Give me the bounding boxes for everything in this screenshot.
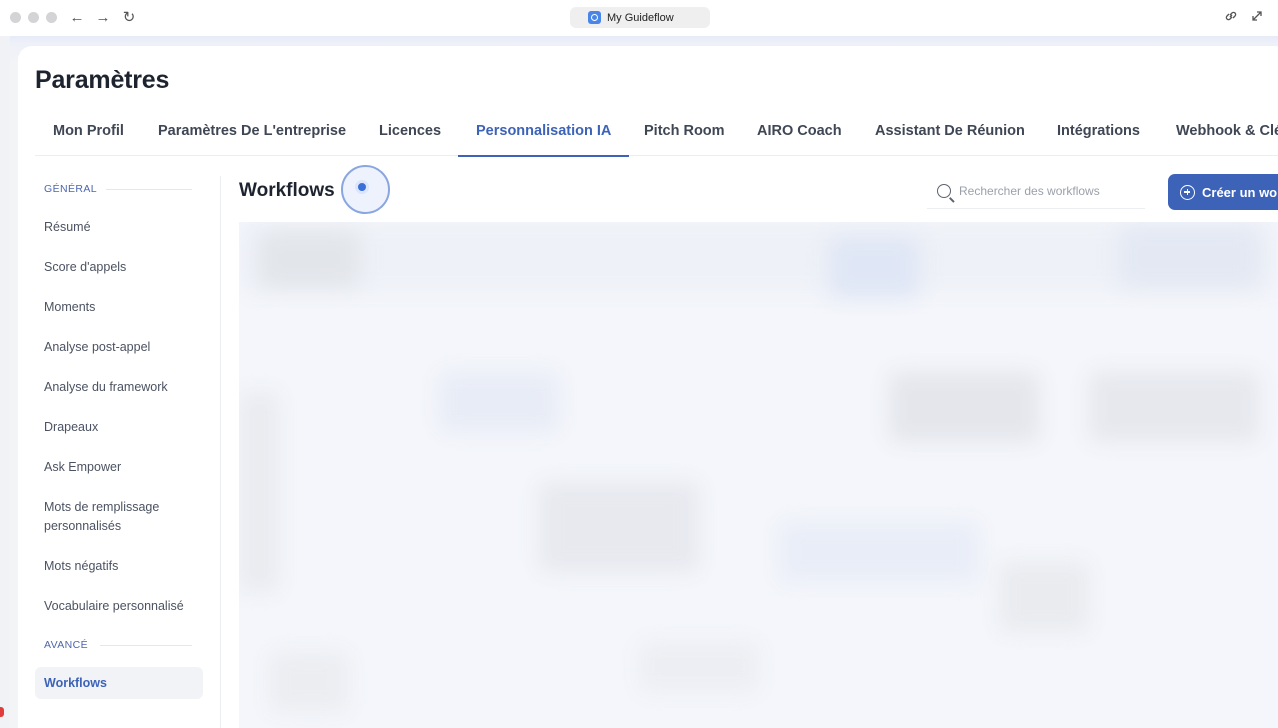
sidebar-item-resume[interactable]: Résumé xyxy=(44,218,91,237)
maximize-window-button[interactable] xyxy=(46,12,57,23)
notification-marker xyxy=(0,707,4,717)
tab-assistant-reunion[interactable]: Assistant De Réunion xyxy=(875,108,1025,156)
browser-toolbar: ← → ↻ My Guideflow xyxy=(0,0,1278,36)
back-icon[interactable]: ← xyxy=(68,8,86,28)
blurred-block xyxy=(889,372,1039,442)
blurred-block xyxy=(1089,372,1259,442)
forward-icon[interactable]: → xyxy=(94,8,112,28)
reload-icon[interactable]: ↻ xyxy=(120,8,138,28)
blurred-block xyxy=(779,522,979,582)
search-icon xyxy=(937,183,951,198)
sidebar-item-moments[interactable]: Moments xyxy=(44,298,95,317)
link-icon[interactable] xyxy=(1224,9,1238,26)
browser-tab[interactable]: My Guideflow xyxy=(570,7,710,28)
blurred-block xyxy=(539,482,699,572)
tab-integrations[interactable]: Intégrations xyxy=(1057,108,1140,156)
tab-airo-coach[interactable]: AIRO Coach xyxy=(757,108,842,156)
sidebar-item-score-appels[interactable]: Score d'appels xyxy=(44,258,126,277)
section-divider xyxy=(106,189,192,190)
close-window-button[interactable] xyxy=(10,12,21,23)
minimize-window-button[interactable] xyxy=(28,12,39,23)
search-input[interactable] xyxy=(959,183,1139,198)
browser-tab-title: My Guideflow xyxy=(607,11,674,24)
tab-parametres-entreprise[interactable]: Paramètres De L'entreprise xyxy=(158,108,346,156)
blurred-block xyxy=(269,652,349,712)
blurred-block xyxy=(259,232,359,287)
blurred-block xyxy=(829,237,919,297)
workflows-list-blurred xyxy=(239,222,1278,728)
sidebar-item-mots-negatifs[interactable]: Mots négatifs xyxy=(44,557,118,576)
workflow-search xyxy=(927,173,1145,209)
sidebar-item-workflows-label: Workflows xyxy=(44,676,107,690)
left-rail xyxy=(0,36,10,728)
blurred-block xyxy=(439,372,559,432)
blurred-block xyxy=(999,562,1089,632)
guide-hotspot[interactable] xyxy=(341,165,390,214)
tab-pitch-room[interactable]: Pitch Room xyxy=(644,108,725,156)
sidebar-item-vocabulaire[interactable]: Vocabulaire personnalisé xyxy=(44,597,184,616)
blurred-block xyxy=(1119,227,1259,287)
page-title: Paramètres xyxy=(35,66,170,94)
sidebar-item-mots-remplissage[interactable]: Mots de remplissage personnalisés xyxy=(44,498,194,536)
sidebar-item-drapeaux[interactable]: Drapeaux xyxy=(44,418,98,437)
tab-licences[interactable]: Licences xyxy=(379,108,441,156)
section-label-general: GÉNÉRAL xyxy=(44,183,97,195)
tab-webhook[interactable]: Webhook & Clé xyxy=(1176,108,1278,156)
sidebar-divider xyxy=(220,176,221,728)
settings-tabs: Mon Profil Paramètres De L'entreprise Li… xyxy=(35,108,1278,157)
guideflow-logo-icon xyxy=(588,11,601,24)
workflows-title: Workflows xyxy=(239,180,335,201)
create-workflow-button[interactable]: Créer un workflow xyxy=(1168,174,1278,210)
expand-icon[interactable] xyxy=(1250,9,1264,26)
hotspot-dot xyxy=(355,180,369,194)
section-divider xyxy=(100,645,192,646)
blurred-block xyxy=(239,392,279,592)
plus-circle-icon xyxy=(1180,184,1195,200)
section-label-avance: AVANCÉ xyxy=(44,639,89,651)
tab-mon-profil[interactable]: Mon Profil xyxy=(53,108,124,156)
create-workflow-label: Créer un workflow xyxy=(1202,184,1278,200)
sidebar-item-ask-empower[interactable]: Ask Empower xyxy=(44,458,121,477)
blurred-block xyxy=(639,642,759,692)
window-controls xyxy=(10,12,57,23)
tab-personnalisation-ia[interactable]: Personnalisation IA xyxy=(457,108,630,157)
sidebar-item-analyse-post-appel[interactable]: Analyse post-appel xyxy=(44,338,150,357)
sidebar-item-analyse-framework[interactable]: Analyse du framework xyxy=(44,378,168,397)
